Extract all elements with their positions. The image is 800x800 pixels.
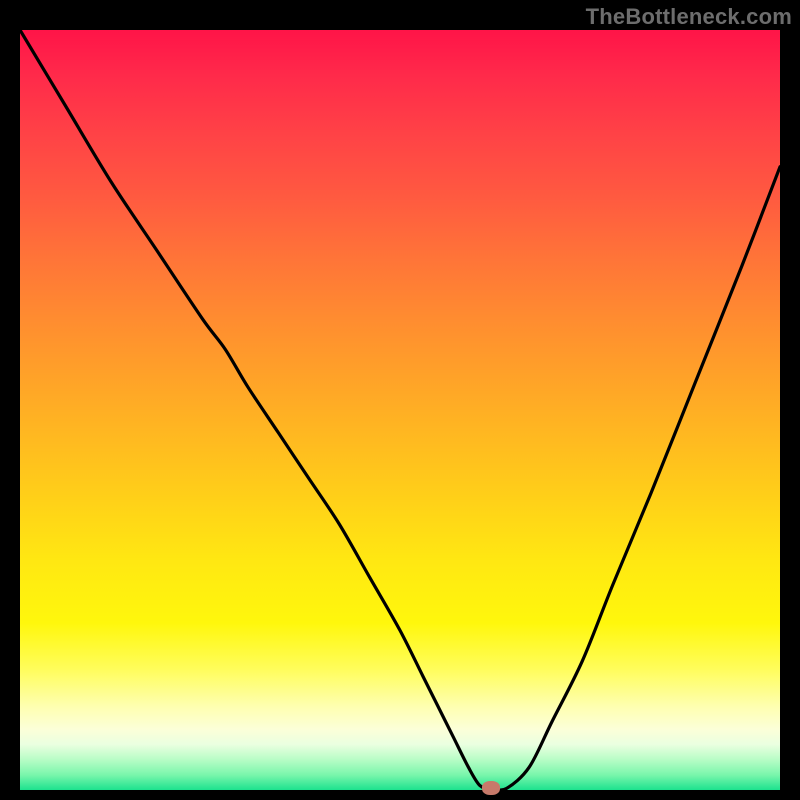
plot-area — [20, 30, 780, 790]
curve-svg — [20, 30, 780, 790]
optimum-marker — [482, 781, 500, 795]
bottleneck-curve-path — [20, 30, 780, 790]
chart-frame: TheBottleneck.com — [0, 0, 800, 800]
watermark-text: TheBottleneck.com — [586, 4, 792, 30]
